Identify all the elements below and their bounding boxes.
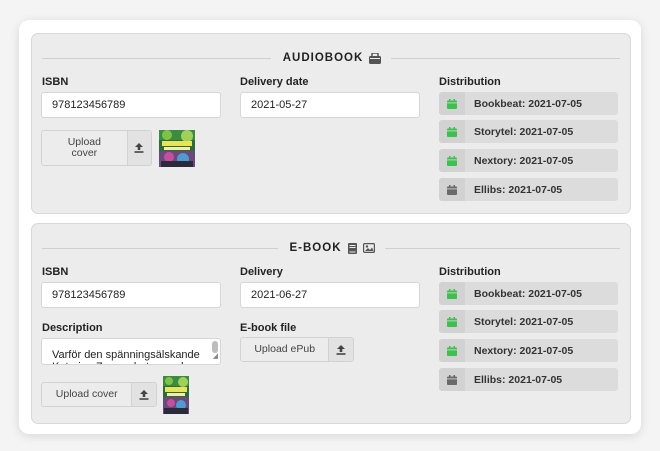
- header-rule-right: [391, 57, 620, 59]
- product-card: AUDIOBOOK ISBN 978123456789 Delivery dat…: [19, 20, 641, 434]
- distribution-text: Nextory: 2021-07-05: [474, 154, 574, 167]
- calendar-icon: [439, 368, 465, 391]
- calendar-icon: [439, 178, 465, 201]
- resize-grip-icon[interactable]: ◢: [213, 351, 218, 363]
- audiobook-upload-cover-button[interactable]: Upload cover: [41, 130, 152, 166]
- distribution-text: Bookbeat: 2021-07-05: [474, 287, 582, 300]
- image-icon: [362, 243, 375, 253]
- audiobook-section: AUDIOBOOK ISBN 978123456789 Delivery dat…: [31, 33, 631, 214]
- ebook-distribution-label: Distribution: [439, 266, 501, 278]
- ebook-file-label: E-book file: [240, 322, 297, 334]
- audiobook-cover-thumbnail: [159, 130, 195, 167]
- ebook-distribution-storytel[interactable]: Storytel: 2021-07-05: [439, 310, 618, 333]
- distribution-text: Ellibs: 2021-07-05: [474, 373, 563, 386]
- audiobook-distribution-ellibs[interactable]: Ellibs: 2021-07-05: [439, 178, 618, 201]
- audiobook-delivery-input[interactable]: 2021-05-27: [240, 92, 420, 118]
- ebook-cover-thumbnail: [163, 376, 189, 414]
- header-rule-left: [42, 57, 271, 59]
- description-text: Varför den spänningsälskande Katarina Za…: [52, 349, 200, 364]
- distribution-text: Storytel: 2021-07-05: [474, 315, 574, 328]
- calendar-icon: [439, 310, 465, 333]
- ebook-isbn-label: ISBN: [42, 266, 69, 278]
- header-rule-left: [42, 247, 278, 249]
- distribution-text: Nextory: 2021-07-05: [474, 344, 574, 357]
- audiobook-title: AUDIOBOOK: [282, 52, 364, 64]
- ebook-title: E-BOOK: [289, 242, 342, 254]
- ebook-description-label: Description: [42, 322, 103, 334]
- ebook-distribution-nextory[interactable]: Nextory: 2021-07-05: [439, 339, 618, 362]
- audiobook-header: AUDIOBOOK: [42, 52, 620, 64]
- distribution-text: Storytel: 2021-07-05: [474, 125, 574, 138]
- ebook-header-icons: [347, 242, 375, 254]
- calendar-icon: [439, 120, 465, 143]
- distribution-text: Ellibs: 2021-07-05: [474, 183, 563, 196]
- audiobook-distribution-storytel[interactable]: Storytel: 2021-07-05: [439, 120, 618, 143]
- audiobook-isbn-label: ISBN: [42, 76, 69, 88]
- audiobook-distribution-bookbeat[interactable]: Bookbeat: 2021-07-05: [439, 92, 618, 115]
- upload-epub-label: Upload ePub: [241, 338, 329, 361]
- distribution-text: Bookbeat: 2021-07-05: [474, 97, 582, 110]
- ebook-distribution-bookbeat[interactable]: Bookbeat: 2021-07-05: [439, 282, 618, 305]
- upload-cover-label: Upload cover: [42, 383, 132, 406]
- audiobook-isbn-input[interactable]: 978123456789: [41, 92, 221, 118]
- ebook-description-textarea[interactable]: Varför den spänningsälskande Katarina Za…: [41, 338, 221, 365]
- upload-icon: [126, 131, 151, 165]
- calendar-icon: [439, 339, 465, 362]
- ebook-delivery-input[interactable]: 2021-06-27: [240, 282, 420, 308]
- audiobook-delivery-label: Delivery date: [240, 76, 309, 88]
- calendar-icon: [439, 282, 465, 305]
- audiobook-distribution-nextory[interactable]: Nextory: 2021-07-05: [439, 149, 618, 172]
- upload-epub-button[interactable]: Upload ePub: [240, 337, 354, 362]
- ebook-distribution-ellibs[interactable]: Ellibs: 2021-07-05: [439, 368, 618, 391]
- ebook-isbn-input[interactable]: 978123456789: [41, 282, 221, 308]
- upload-icon: [328, 338, 353, 361]
- header-rule-right: [384, 247, 620, 249]
- upload-icon: [131, 383, 156, 406]
- ebook-upload-cover-button[interactable]: Upload cover: [41, 382, 157, 407]
- upload-cover-label: Upload cover: [42, 131, 127, 165]
- book-icon: [347, 242, 357, 254]
- ebook-section: E-BOOK ISBN 978123456789 Delivery 2021-0…: [31, 223, 631, 424]
- audiobook-distribution-label: Distribution: [439, 76, 501, 88]
- calendar-icon: [439, 149, 465, 172]
- calendar-icon: [439, 92, 465, 115]
- ebook-header: E-BOOK: [42, 242, 620, 254]
- ebook-delivery-label: Delivery: [240, 266, 283, 278]
- headphones-icon: [369, 52, 382, 64]
